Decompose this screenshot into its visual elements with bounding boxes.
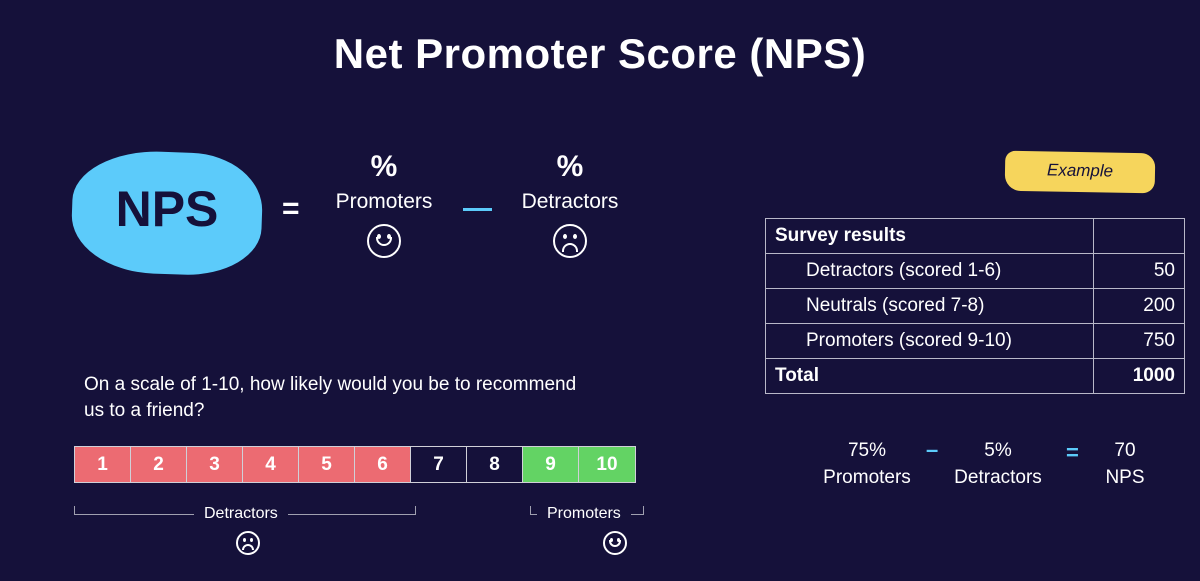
calc-result-label: NPS [1105,467,1145,488]
total-label: Total [765,358,1094,394]
scale-cell-5: 5 [299,447,355,482]
total-value: 1000 [1093,358,1185,394]
row-label: Promoters (scored 9-10) [765,323,1094,359]
calc-result: 70 NPS [1098,437,1152,491]
calc-detractors: 5% Detractors [942,437,1054,491]
scale-cell-6: 6 [355,447,411,482]
table-header-row: Survey results [765,218,1185,254]
equals-sign: = [282,192,300,225]
scale-cell-7: 7 [411,447,467,482]
formula-promoters-label: Promoters [335,190,433,213]
table-header-empty [1093,218,1185,254]
row-label: Detractors (scored 1-6) [765,253,1094,289]
smiley-face-icon [603,531,628,555]
percent-sign: % [556,150,584,183]
page-title: Net Promoter Score (NPS) [333,30,867,77]
table-header: Survey results [765,218,1094,254]
formula-detractors: % Detractors [510,150,630,264]
table-row: Promoters (scored 9-10) 750 [765,323,1185,359]
scale-cell-10: 10 [579,447,635,482]
calc-minus: – [926,437,939,462]
calc-equals: = [1066,440,1079,465]
table-row: Neutrals (scored 7-8) 200 [765,288,1185,324]
table-total-row: Total 1000 [765,358,1185,394]
rating-scale: 1 2 3 4 5 6 7 8 9 10 [74,446,636,483]
row-value: 750 [1093,323,1185,359]
calc-detractors-label: Detractors [954,467,1042,488]
table-row: Detractors (scored 1-6) 50 [765,253,1185,289]
percent-sign: % [370,150,398,183]
survey-question: On a scale of 1-10, how likely would you… [84,374,577,421]
smiley-face-icon [367,224,401,258]
row-value: 50 [1093,253,1185,289]
row-value: 200 [1093,288,1185,324]
scale-cell-3: 3 [187,447,243,482]
scale-cell-8: 8 [467,447,523,482]
calc-promoters-label: Promoters [823,467,911,488]
scale-cell-4: 4 [243,447,299,482]
minus-sign [463,208,492,211]
row-label: Neutrals (scored 7-8) [765,288,1094,324]
calc-promoters-pct: 75% [847,440,887,461]
promoters-label: Promoters [537,505,631,523]
sad-face-icon [553,224,587,258]
calc-result-value: 70 [1114,440,1136,461]
sad-face-icon [236,531,260,555]
formula-detractors-label: Detractors [521,190,619,213]
scale-cell-2: 2 [131,447,187,482]
detractors-label: Detractors [194,505,288,523]
nps-formula-lhs: NPS [115,181,219,237]
survey-results-table: Survey results Detractors (scored 1-6) 5… [765,218,1185,394]
formula-promoters: % Promoters [325,150,443,264]
calc-promoters: 75% Promoters [812,437,922,491]
calc-detractors-pct: 5% [984,440,1012,461]
example-badge: Example [1004,150,1156,194]
scale-cell-1: 1 [75,447,131,482]
scale-cell-9: 9 [523,447,579,482]
